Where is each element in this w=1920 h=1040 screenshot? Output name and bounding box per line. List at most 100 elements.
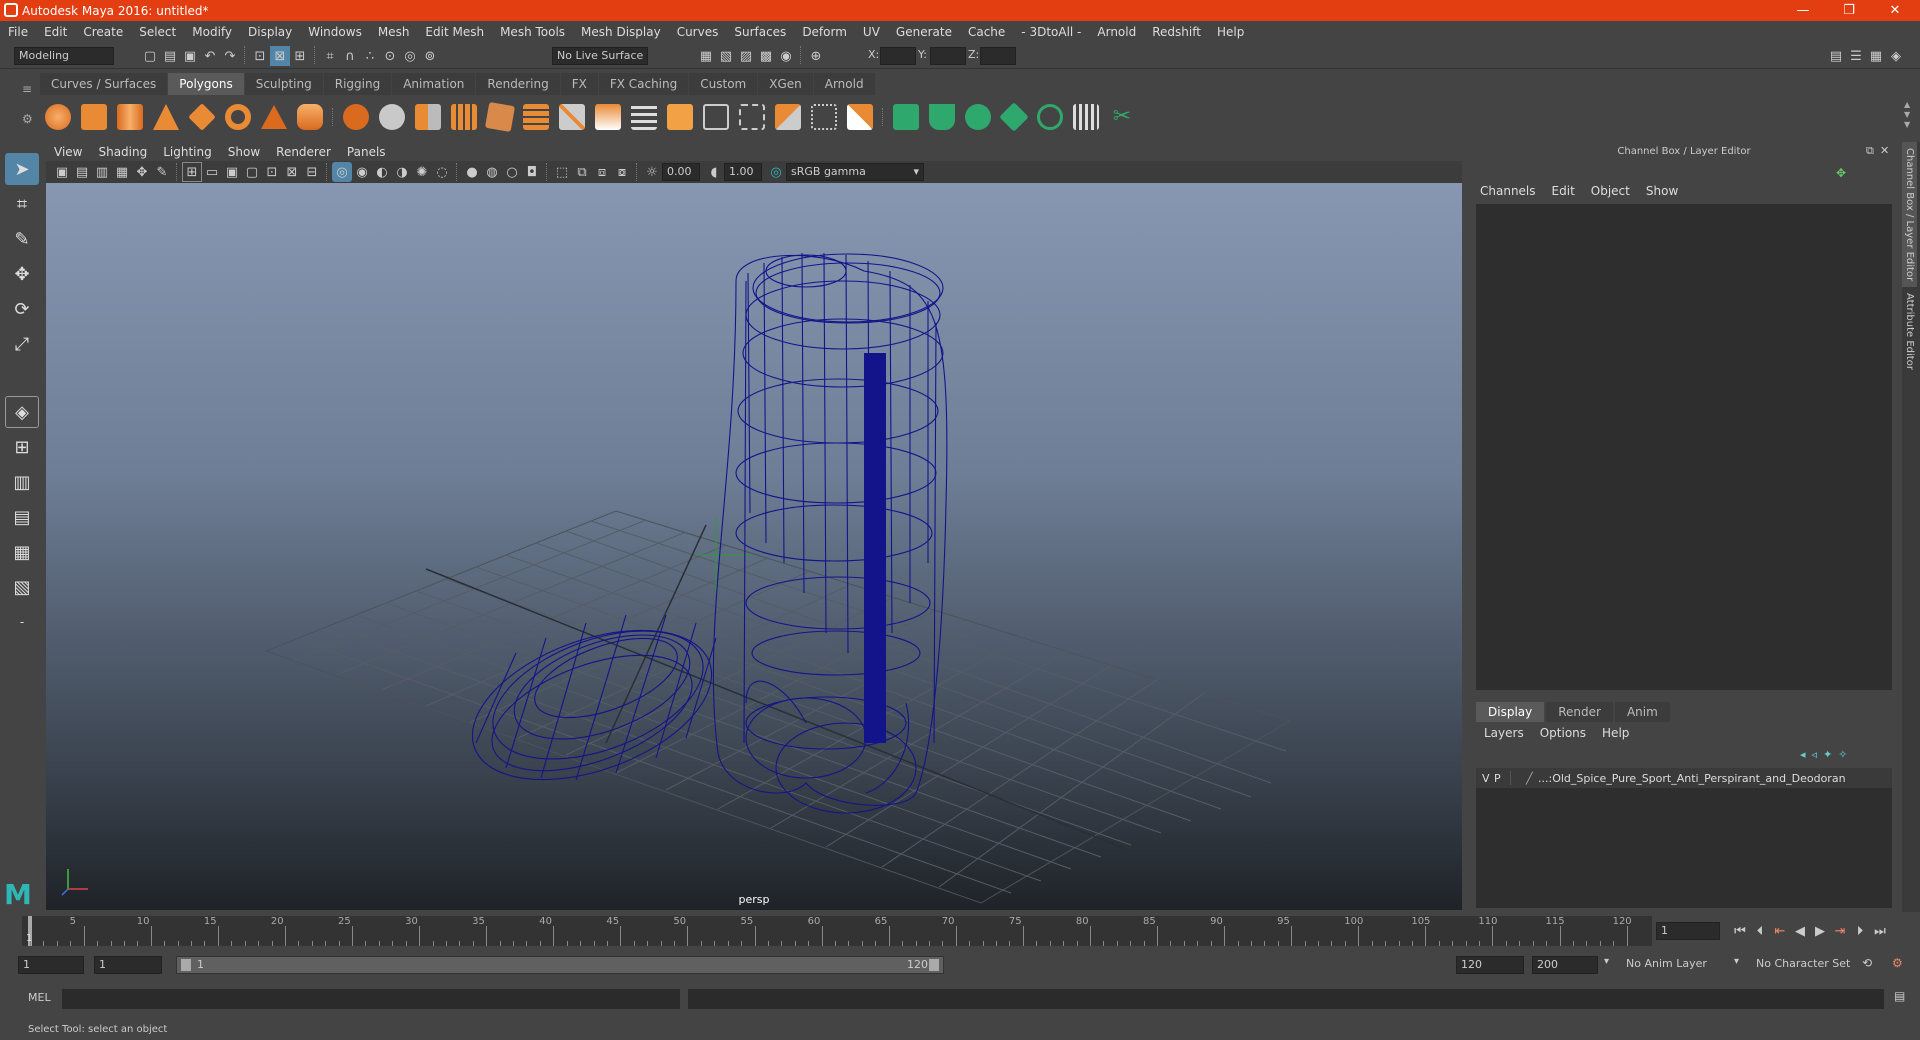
menu-modify[interactable]: Modify (192, 25, 232, 39)
layer-menu-layers[interactable]: Layers (1484, 726, 1524, 740)
menu-help[interactable]: Help (1217, 25, 1244, 39)
menu-display[interactable]: Display (248, 25, 292, 39)
select-object-icon[interactable]: ⊠ (270, 46, 290, 66)
attribute-editor-icon[interactable]: ☰ (1846, 46, 1866, 66)
uv-cut-icon[interactable]: ✂ (1109, 104, 1135, 130)
uv-editor-icon[interactable] (1073, 104, 1099, 130)
perspective-viewport[interactable]: persp (46, 183, 1462, 910)
menu-select[interactable]: Select (139, 25, 176, 39)
play-forward-icon[interactable]: ▶ (1810, 921, 1830, 941)
extract-icon[interactable] (775, 104, 801, 130)
poly-cube-icon[interactable] (81, 104, 107, 130)
menu-generate[interactable]: Generate (896, 25, 952, 39)
render-view-icon[interactable]: ▦ (696, 46, 716, 66)
menu-mesh-display[interactable]: Mesh Display (581, 25, 661, 39)
mel-label[interactable]: MEL (28, 991, 51, 1004)
exposure-field[interactable]: 0.00 (662, 163, 700, 181)
shelf-settings-icon[interactable]: ⚙ (22, 112, 33, 126)
two-d-pan-icon[interactable]: ✥ (132, 162, 152, 182)
menu-create[interactable]: Create (83, 25, 123, 39)
poly-cylinder-icon[interactable] (117, 104, 143, 130)
ipr-render-icon[interactable]: ▨ (736, 46, 756, 66)
layer-playback-toggle[interactable]: P (1494, 772, 1510, 785)
menu-redshift[interactable]: Redshift (1152, 25, 1201, 39)
shelf-menu-icon[interactable]: ≡ (22, 82, 32, 96)
bridge-icon[interactable] (631, 104, 657, 130)
poly-torus-icon[interactable] (225, 104, 251, 130)
smooth-icon[interactable] (415, 104, 441, 130)
channel-box-menu-channels[interactable]: Channels (1480, 184, 1536, 198)
motion-blur-icon[interactable]: ◍ (482, 162, 502, 182)
live-surface-field[interactable]: No Live Surface (552, 47, 648, 65)
play-backward-icon[interactable]: ◀ (1790, 921, 1810, 941)
uv-unfold-icon[interactable] (1037, 104, 1063, 130)
tool-settings-icon[interactable]: ▦ (1866, 46, 1886, 66)
viewport-menu-panels[interactable]: Panels (347, 145, 386, 159)
paint-select-icon[interactable]: ✎ (5, 223, 39, 255)
menu-cache[interactable]: Cache (968, 25, 1005, 39)
camera-select-icon[interactable]: ▣ (52, 162, 72, 182)
xray-icon[interactable]: ⧉ (572, 162, 592, 182)
extrude-icon[interactable] (595, 104, 621, 130)
snap-point-icon[interactable]: ∴ (360, 46, 380, 66)
textured-icon[interactable]: ◑ (392, 162, 412, 182)
step-back-frame-icon[interactable]: ⇤ (1770, 921, 1790, 941)
shelf-tab-fx-caching[interactable]: FX Caching (598, 73, 689, 95)
range-end-handle[interactable] (929, 959, 939, 971)
menu-windows[interactable]: Windows (308, 25, 362, 39)
viewport-menu-lighting[interactable]: Lighting (163, 145, 212, 159)
menu-curves[interactable]: Curves (677, 25, 719, 39)
snap-live-icon[interactable]: ⊚ (420, 46, 440, 66)
fill-hole-icon[interactable] (703, 104, 729, 130)
channel-box-area[interactable] (1476, 204, 1892, 690)
xray-joints-icon[interactable]: ⧈ (592, 162, 612, 182)
uv-automatic-icon[interactable] (999, 102, 1029, 132)
grid-icon[interactable]: ⊞ (182, 162, 202, 182)
move-layer-up-icon[interactable]: ◂ (1800, 748, 1806, 761)
insert-loop-icon[interactable] (811, 104, 837, 130)
new-layer-empty-icon[interactable]: ✦ (1823, 748, 1832, 761)
shelf-tab-polygons[interactable]: Polygons (168, 73, 244, 95)
snap-curve-icon[interactable]: ∩ (340, 46, 360, 66)
wireframe-on-shaded-icon[interactable]: ◐ (372, 162, 392, 182)
isolate-select-icon[interactable]: ⬚ (552, 162, 572, 182)
safe-action-icon[interactable]: ⊠ (282, 162, 302, 182)
layer-row[interactable]: V P ╱ ...:Old_Spice_Pure_Sport_Anti_Pers… (1476, 768, 1892, 788)
chevron-down-icon[interactable]: ▾ (1604, 956, 1609, 967)
range-slider[interactable]: 1 120 (176, 956, 944, 974)
channel-box-icon[interactable]: ◈ (1886, 46, 1906, 66)
z-field[interactable] (980, 47, 1016, 65)
layer-menu-options[interactable]: Options (1540, 726, 1586, 740)
image-plane-icon[interactable]: ▦ (112, 162, 132, 182)
minimize-button[interactable]: — (1780, 0, 1826, 21)
layer-color-icon[interactable]: ╱ (1526, 772, 1538, 785)
restore-button[interactable]: ❐ (1826, 0, 1872, 21)
go-to-start-icon[interactable]: ⏮ (1730, 921, 1750, 941)
shelf-tab-sculpting[interactable]: Sculpting (244, 73, 323, 95)
menu-arnold[interactable]: Arnold (1097, 25, 1136, 39)
step-forward-frame-icon[interactable]: ⇥ (1830, 921, 1850, 941)
menu-edit[interactable]: Edit (44, 25, 67, 39)
smooth-shade-icon[interactable]: ◉ (352, 162, 372, 182)
anti-aliasing-icon[interactable]: ○ (502, 162, 522, 182)
transform-mode-icon[interactable]: ⊕ (806, 46, 826, 66)
camera-attributes-icon[interactable]: ▤ (72, 162, 92, 182)
gamma-icon[interactable]: ◖ (704, 162, 724, 182)
field-chart-icon[interactable]: ⊡ (262, 162, 282, 182)
use-lights-icon[interactable]: ✺ (412, 162, 432, 182)
playback-start-field[interactable]: 1 (94, 956, 162, 974)
range-start-handle[interactable] (181, 959, 191, 971)
redo-icon[interactable]: ↷ (220, 46, 240, 66)
menu-edit-mesh[interactable]: Edit Mesh (425, 25, 484, 39)
chevron-down-icon[interactable]: ▾ (1734, 956, 1739, 967)
time-slider[interactable]: 1 5 10 15 20 25 30 35 40 45 50 55 60 65 70 75 80 85 90 95 1… (22, 916, 1652, 946)
poly-pipe-icon[interactable] (297, 104, 323, 130)
move-tool-icon[interactable]: ✥ (5, 258, 39, 290)
side-tab-channel-box[interactable]: Channel Box / Layer Editor (1902, 142, 1917, 288)
layout-more-icon[interactable]: - (5, 606, 39, 638)
xray-components-icon[interactable]: ⧇ (612, 162, 632, 182)
layer-type-toggle[interactable] (1510, 771, 1526, 785)
playback-end-field[interactable]: 120 (1456, 956, 1524, 974)
shelf-scroll[interactable]: ▲ ▼ ▼ (1904, 100, 1910, 130)
uv-planar-icon[interactable] (893, 104, 919, 130)
